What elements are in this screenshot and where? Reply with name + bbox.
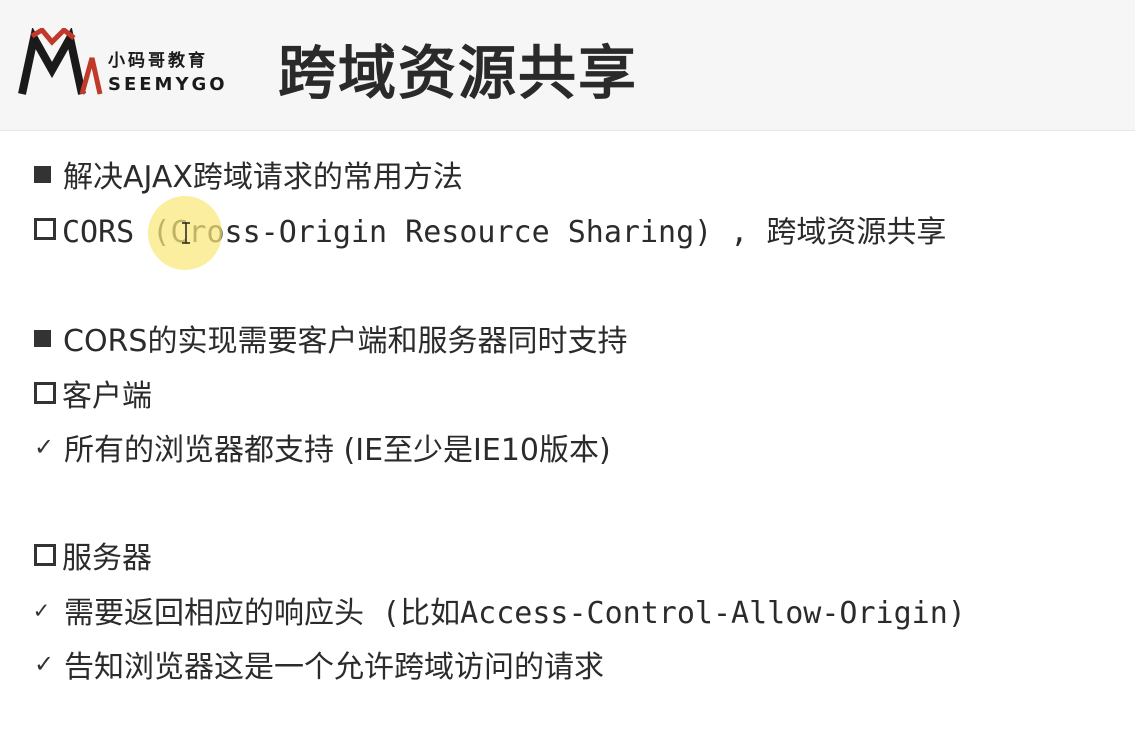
check-text: 所有的浏览器都支持 (IE至少是IE10版本) (64, 433, 611, 468)
check-icon: ✓ (34, 433, 55, 461)
bullet-line: 解决AJAX跨域请求的常用方法 (34, 152, 463, 196)
sub-bullet-line: 客户端 (34, 371, 152, 415)
logo-english-text: SEEMYGO (108, 74, 228, 95)
check-line: ✓ 所有的浏览器都支持 (IE至少是IE10版本) (34, 425, 611, 469)
check-text: 告知浏览器这是一个允许跨域访问的请求 (64, 650, 604, 685)
check-icon: ✓ (34, 596, 49, 624)
filled-square-bullet-icon (34, 165, 51, 183)
hollow-square-bullet-icon (34, 218, 56, 240)
i-beam-cursor-icon (182, 222, 190, 244)
bullet-text: 解决AJAX跨域请求的常用方法 (63, 160, 463, 195)
bullet-text: 客户端 (62, 379, 152, 414)
logo-m-icon (18, 28, 103, 95)
sub-bullet-line: 服务器 (34, 533, 152, 577)
hollow-square-bullet-icon (34, 544, 56, 566)
logo-chinese-text: 小码哥教育 (108, 51, 208, 71)
bullet-line: CORS的实现需要客户端和服务器同时支持 (34, 316, 627, 360)
check-icon: ✓ (34, 650, 55, 678)
slide-header: 小码哥教育 SEEMYGO 跨域资源共享 (0, 0, 1135, 131)
seemygo-logo: 小码哥教育 SEEMYGO (18, 28, 248, 100)
bullet-text: 服务器 (62, 541, 152, 576)
page-title: 跨域资源共享 (278, 39, 639, 107)
check-line: ✓ 告知浏览器这是一个允许跨域访问的请求 (34, 642, 604, 686)
check-text: 需要返回相应的响应头 (比如Access-Control-Allow-Origi… (64, 596, 966, 631)
filled-square-bullet-icon (34, 329, 51, 347)
hollow-square-bullet-icon (34, 382, 56, 404)
check-line: ✓ 需要返回相应的响应头 (比如Access-Control-Allow-Ori… (34, 588, 966, 632)
bullet-text: CORS的实现需要客户端和服务器同时支持 (63, 324, 628, 359)
